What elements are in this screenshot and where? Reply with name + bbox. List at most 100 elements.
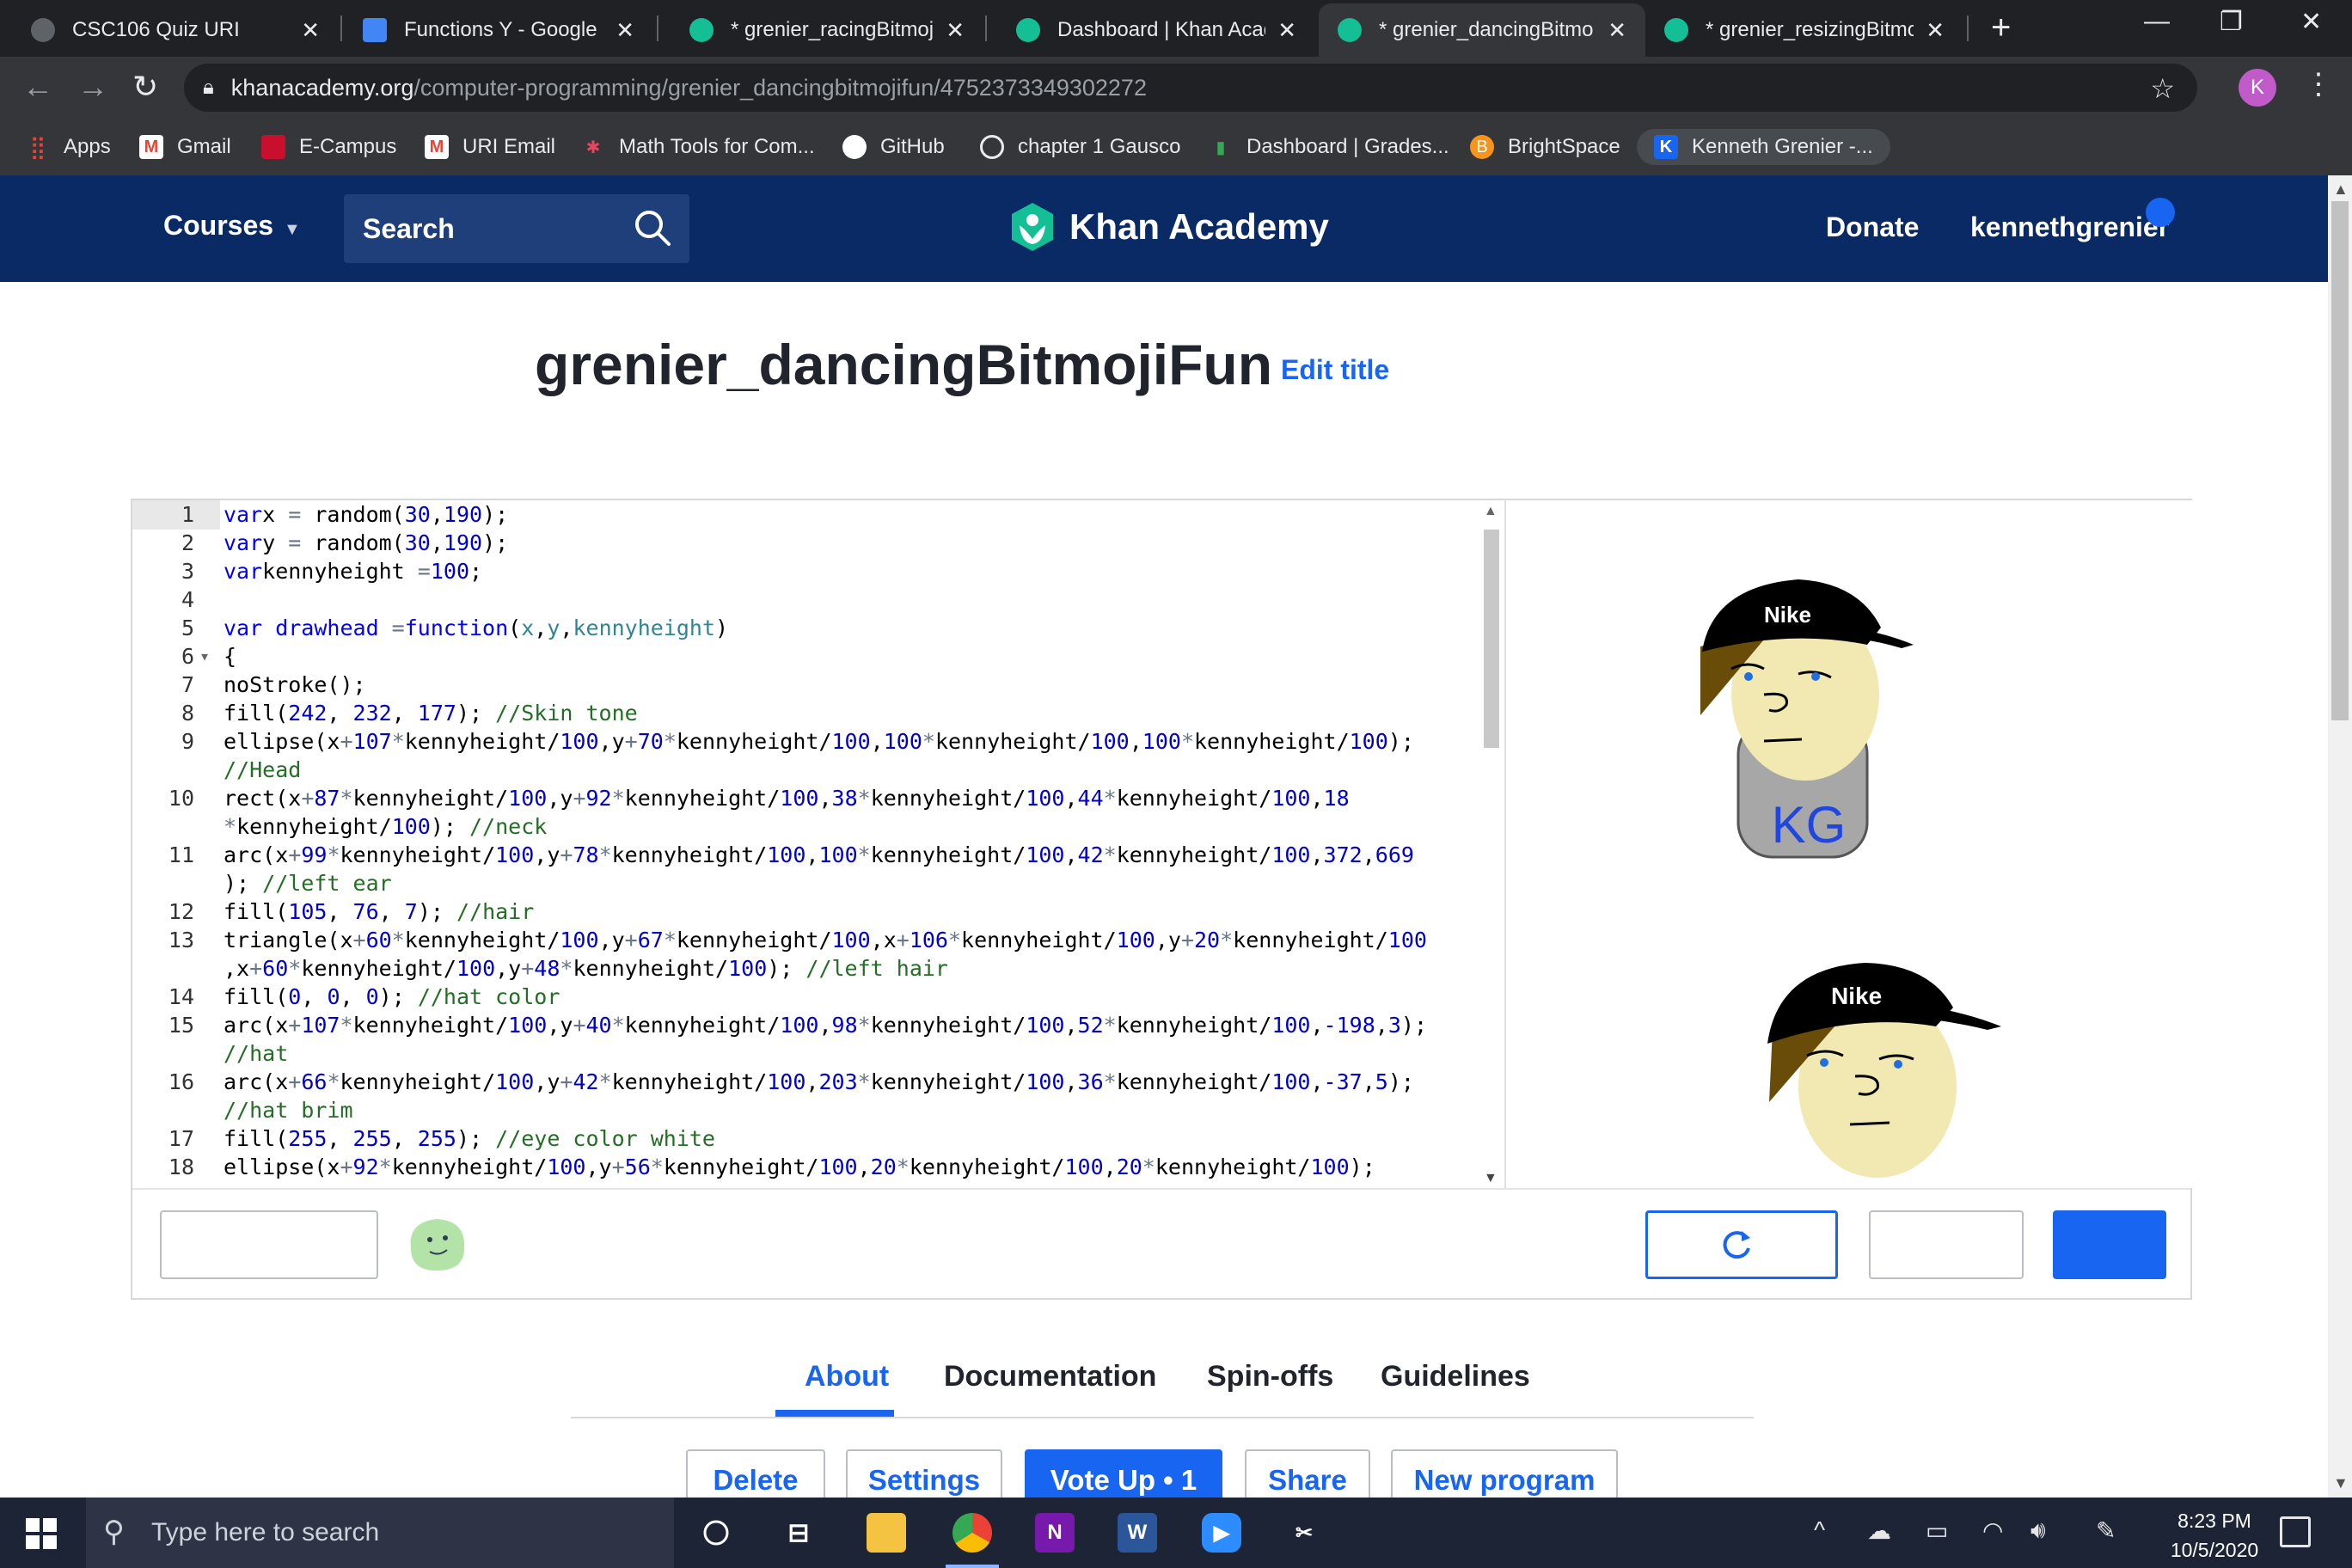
close-icon[interactable]: ✕ bbox=[616, 17, 634, 44]
tab-functions-doc[interactable]: Functions Y - Google Do ✕ bbox=[344, 3, 653, 57]
code-line[interactable]: ellipse(x+107*kennyheight/100,y+70*kenny… bbox=[224, 729, 1414, 754]
close-icon[interactable]: ✕ bbox=[1277, 17, 1296, 44]
menu-icon[interactable]: ⋮ bbox=[2304, 67, 2333, 101]
bookmark-uri-email[interactable]: M URI Email bbox=[425, 129, 555, 165]
courses-menu[interactable]: Courses ▼ bbox=[163, 210, 301, 242]
donate-link[interactable]: Donate bbox=[1826, 211, 1919, 243]
profile-avatar[interactable]: K bbox=[2239, 69, 2276, 107]
tab-dashboard-khan[interactable]: Dashboard | Khan Acad ✕ bbox=[997, 3, 1315, 57]
scroll-down-icon[interactable]: ▼ bbox=[2333, 1474, 2349, 1492]
close-icon[interactable]: ✕ bbox=[1608, 17, 1626, 44]
code-line[interactable]: vary = random(30,190); bbox=[224, 530, 508, 555]
code-line[interactable]: //hat bbox=[224, 1041, 288, 1066]
window-close-icon[interactable]: ✕ bbox=[2300, 7, 2322, 37]
bookmark-kenneth-grenier[interactable]: K Kenneth Grenier -... bbox=[1637, 129, 1890, 165]
clock[interactable]: 8:23 PM 10/5/2020 bbox=[2154, 1506, 2275, 1565]
tab-documentation[interactable]: Documentation bbox=[944, 1360, 1156, 1393]
code-line[interactable]: varx = random(30,190); bbox=[224, 502, 508, 527]
word-icon[interactable]: W bbox=[1118, 1513, 1157, 1553]
forward-icon[interactable]: → bbox=[77, 69, 108, 105]
page-scrollbar[interactable]: ▲ ▼ bbox=[2328, 175, 2352, 1498]
battery-icon[interactable]: ▭ bbox=[1926, 1516, 1948, 1545]
tab-resizing-bitmoji[interactable]: * grenier_resizingBitmoj ✕ bbox=[1645, 3, 1963, 57]
notification-badge[interactable] bbox=[2146, 198, 2175, 227]
code-line[interactable]: *kennyheight/100); //neck bbox=[224, 814, 547, 839]
new-tab-button[interactable]: + bbox=[1991, 9, 2011, 47]
restore-icon[interactable]: ❐ bbox=[2220, 7, 2243, 37]
volume-icon[interactable]: 🔊︎ bbox=[2030, 1516, 2046, 1545]
request-help-button[interactable] bbox=[160, 1210, 378, 1279]
close-icon[interactable]: ✕ bbox=[301, 17, 320, 44]
action-center-icon[interactable] bbox=[2280, 1516, 2311, 1547]
code-line[interactable]: fill(255, 255, 255); //eye color white bbox=[224, 1126, 715, 1151]
reload-icon[interactable]: ↻ bbox=[132, 69, 158, 105]
bookmark-ecampus[interactable]: E-Campus bbox=[261, 129, 396, 165]
back-icon[interactable]: ← bbox=[22, 69, 53, 105]
code-line[interactable]: arc(x+66*kennyheight/100,y+42*kennyheigh… bbox=[224, 1069, 1414, 1094]
code-line[interactable]: fill(105, 76, 7); //hair bbox=[224, 899, 534, 924]
save-button[interactable] bbox=[2053, 1210, 2166, 1279]
chrome-icon[interactable] bbox=[952, 1513, 992, 1553]
code-line[interactable]: ,x+60*kennyheight/100,y+48*kennyheight/1… bbox=[224, 956, 948, 981]
code-line[interactable]: varkennyheight =100; bbox=[224, 559, 482, 584]
code-line[interactable]: arc(x+99*kennyheight/100,y+78*kennyheigh… bbox=[224, 842, 1414, 867]
code-editor[interactable]: 1 2 3 4 5 6 ▾ 7 8 9 10 11 12 13 14 15 16 17 18 varx = rand… bbox=[132, 500, 1479, 1188]
scrollbar-thumb[interactable] bbox=[1484, 530, 1499, 748]
bookmark-brightspace[interactable]: B BrightSpace bbox=[1470, 129, 1620, 165]
code-line[interactable]: var drawhead =function(x,y,kennyheight) bbox=[224, 616, 728, 640]
bookmark-gmail[interactable]: M Gmail bbox=[139, 129, 231, 165]
zoom-icon[interactable]: ▶ bbox=[1202, 1513, 1241, 1553]
minimize-icon[interactable]: — bbox=[2144, 7, 2170, 36]
tab-dancing-bitmoji[interactable]: * grenier_dancingBitmo ✕ bbox=[1319, 3, 1645, 57]
show-hidden-icons[interactable]: ^ bbox=[1814, 1516, 1825, 1544]
bookmark-dashboard-grades[interactable]: ▮ Dashboard | Grades... bbox=[1209, 129, 1449, 165]
code-line[interactable]: //Head bbox=[224, 757, 301, 782]
file-explorer-icon[interactable] bbox=[867, 1513, 906, 1553]
bookmark-math-tools[interactable]: ✱ Math Tools for Com... bbox=[581, 129, 815, 165]
spinoff-button[interactable] bbox=[1869, 1210, 2024, 1279]
star-icon[interactable]: ☆ bbox=[2150, 72, 2175, 105]
code-scrollbar[interactable]: ▲ ▼ bbox=[1479, 500, 1504, 1188]
close-icon[interactable]: ✕ bbox=[1926, 17, 1945, 44]
pen-icon[interactable]: ✎ bbox=[2096, 1516, 2116, 1545]
tab-spinoffs[interactable]: Spin-offs bbox=[1207, 1360, 1333, 1393]
code-line[interactable]: triangle(x+60*kennyheight/100,y+67*kenny… bbox=[224, 928, 1427, 952]
code-line[interactable]: { bbox=[224, 644, 236, 669]
close-icon[interactable]: ✕ bbox=[946, 17, 965, 44]
onedrive-icon[interactable]: ☁ bbox=[1867, 1516, 1891, 1545]
code-line[interactable]: arc(x+107*kennyheight/100,y+40*kennyheig… bbox=[224, 1013, 1427, 1038]
bookmark-apps[interactable]: ⣿ Apps bbox=[26, 129, 110, 165]
fold-toggle-icon[interactable]: ▾ bbox=[199, 646, 210, 666]
code-line[interactable]: ellipse(x+92*kennyheight/100,y+56*kennyh… bbox=[224, 1155, 1375, 1179]
search-input[interactable]: Search bbox=[344, 194, 689, 263]
tab-racing-bitmoji[interactable]: * grenier_racingBitmoji ✕ bbox=[671, 3, 983, 57]
task-view-icon[interactable]: ⊟ bbox=[779, 1513, 818, 1553]
code-line[interactable]: fill(242, 232, 177); //Skin tone bbox=[224, 701, 638, 726]
taskbar-search-input[interactable]: ⚲ Type here to search bbox=[86, 1498, 674, 1568]
onenote-icon[interactable]: N bbox=[1035, 1513, 1075, 1553]
cortana-icon[interactable] bbox=[696, 1513, 736, 1553]
oh-noes-icon[interactable] bbox=[404, 1214, 469, 1274]
scroll-up-icon[interactable]: ▲ bbox=[2333, 181, 2349, 199]
code-line[interactable]: fill(0, 0, 0); //hat color bbox=[224, 984, 560, 1009]
scroll-up-icon[interactable]: ▲ bbox=[1484, 504, 1498, 519]
bookmark-github[interactable]: GitHub bbox=[842, 129, 945, 165]
search-icon[interactable] bbox=[631, 206, 674, 249]
program-output-canvas[interactable]: Nike KG Nike bbox=[1504, 500, 2192, 1188]
scrollbar-thumb[interactable] bbox=[2331, 201, 2349, 720]
edit-title-link[interactable]: Edit title bbox=[1281, 354, 1389, 386]
restart-button[interactable] bbox=[1645, 1210, 1838, 1279]
bookmark-chapter1[interactable]: chapter 1 Gausco bbox=[980, 129, 1180, 165]
code-line[interactable]: rect(x+87*kennyheight/100,y+92*kennyheig… bbox=[224, 786, 1350, 811]
tab-csc106-quiz[interactable]: CSC106 Quiz URI ✕ bbox=[12, 3, 339, 57]
tab-guidelines[interactable]: Guidelines bbox=[1381, 1360, 1530, 1393]
windows-start-icon[interactable] bbox=[24, 1516, 58, 1551]
user-menu[interactable]: kennethgrenier bbox=[1970, 211, 2169, 243]
snipping-tool-icon[interactable]: ✂ bbox=[1284, 1513, 1324, 1553]
address-bar[interactable]: 🔒︎ khanacademy.org /computer-programming… bbox=[184, 64, 2197, 112]
scroll-down-icon[interactable]: ▼ bbox=[1484, 1171, 1498, 1186]
wifi-icon[interactable]: ◠ bbox=[1982, 1516, 2003, 1545]
tab-about[interactable]: About bbox=[805, 1360, 889, 1393]
code-line[interactable]: //hat brim bbox=[224, 1098, 353, 1123]
code-line[interactable]: noStroke(); bbox=[224, 672, 366, 697]
